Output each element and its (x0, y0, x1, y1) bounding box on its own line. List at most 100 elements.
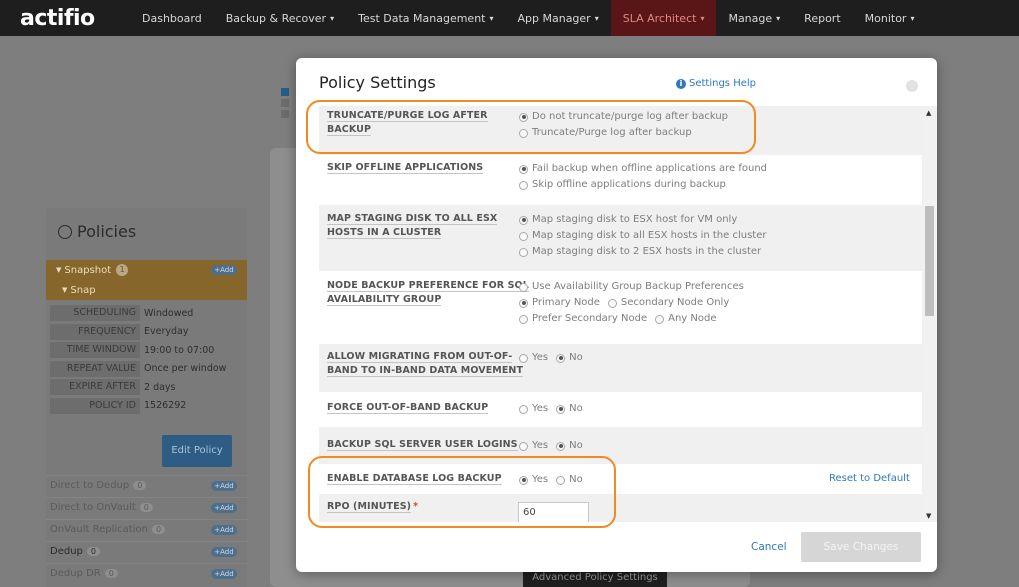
snap-row[interactable]: ▼ Snap (46, 280, 247, 300)
add-button[interactable]: +Add (211, 481, 237, 491)
detail-view-icon[interactable] (281, 110, 289, 118)
nav-test-data-management[interactable]: Test Data Management ▾ (346, 0, 505, 36)
policy-row-direct-to-onvault[interactable]: Direct to OnVault 0 +Add (46, 497, 247, 517)
radio-icon[interactable] (519, 314, 528, 324)
radio-selected-icon[interactable] (519, 164, 528, 174)
radio-icon[interactable] (519, 353, 528, 363)
close-icon[interactable] (906, 80, 918, 92)
option-label: No (569, 440, 583, 451)
actifio-logo[interactable]: actifio (20, 6, 130, 31)
radio-option[interactable]: Yes (519, 350, 548, 366)
radio-option[interactable]: Yes (519, 472, 548, 488)
radio-option[interactable]: No (556, 350, 583, 366)
option-label: Truncate/Purge log after backup (532, 127, 692, 138)
view-toggle[interactable] (281, 88, 289, 121)
option-group: Use Availability Group Backup Preference… (519, 279, 744, 327)
add-button[interactable]: +Add (211, 547, 237, 557)
radio-option[interactable]: Fail backup when offline applications ar… (519, 161, 767, 177)
radio-icon[interactable] (519, 441, 528, 451)
radio-option-row: Yes No (519, 472, 591, 488)
add-button[interactable]: +Add (211, 569, 237, 579)
detail-row: REPEAT VALUE Once per window (46, 360, 247, 379)
rpo-minutes-input[interactable]: 60 (518, 502, 589, 522)
radio-option[interactable]: No (556, 438, 583, 454)
cancel-button[interactable]: Cancel (751, 541, 787, 553)
settings-list[interactable]: TRUNCATE/PURGE LOG AFTER BACKUP Do not t… (319, 106, 922, 522)
radio-icon[interactable] (519, 404, 528, 414)
save-changes-button[interactable]: Save Changes (801, 532, 921, 562)
radio-option[interactable]: Use Availability Group Backup Preference… (519, 279, 744, 295)
radio-icon[interactable] (607, 298, 617, 308)
policies-heading: Policies (58, 222, 136, 241)
nav-label: Report (804, 11, 841, 25)
settings-help-label: Settings Help (689, 78, 756, 89)
add-button[interactable]: +Add (211, 525, 237, 535)
nav-app-manager[interactable]: App Manager ▾ (506, 0, 611, 36)
setting-backup-sql-logins: BACKUP SQL SERVER USER LOGINS Yes No (319, 427, 922, 464)
scroll-up-icon[interactable]: ▲ (926, 109, 931, 117)
radio-option[interactable]: Map staging disk to 2 ESX hosts in the c… (519, 244, 766, 260)
radio-icon[interactable] (556, 475, 566, 485)
radio-option[interactable]: Yes (519, 438, 548, 454)
radio-icon[interactable] (519, 282, 528, 292)
option-group: Map staging disk to ESX host for VM only… (519, 212, 766, 260)
setting-label: SKIP OFFLINE APPLICATIONS (327, 161, 484, 175)
radio-selected-icon[interactable] (556, 404, 566, 414)
reset-to-default-link[interactable]: Reset to Default (829, 473, 910, 484)
radio-option[interactable]: Truncate/Purge log after backup (519, 125, 728, 141)
snapshot-row[interactable]: ▼ Snapshot 1 +Add (46, 260, 247, 280)
row-count: 0 (86, 547, 100, 556)
radio-option[interactable]: Map staging disk to all ESX hosts in the… (519, 228, 766, 244)
radio-icon[interactable] (519, 247, 528, 257)
nav-manage[interactable]: Manage ▾ (716, 0, 792, 36)
scroll-down-icon[interactable]: ▼ (926, 512, 931, 520)
radio-option[interactable]: Skip offline applications during backup (519, 177, 767, 193)
radio-icon[interactable] (519, 180, 528, 190)
add-button[interactable]: +Add (211, 503, 237, 513)
detail-value: Windowed (144, 307, 194, 319)
label-line: BAND TO IN-BAND DATA MOVEMENT (327, 365, 524, 377)
policy-row-onvault-replication[interactable]: OnVault Replication 0 +Add (46, 519, 247, 539)
option-label: Yes (532, 403, 549, 414)
label-line: FORCE OUT-OF-BAND BACKUP (327, 402, 489, 414)
radio-option[interactable]: No (556, 472, 583, 488)
radio-icon[interactable] (655, 314, 665, 324)
nav-backup-recover[interactable]: Backup & Recover ▾ (214, 0, 346, 36)
policy-row-dedup[interactable]: Dedup 0 +Add (46, 541, 247, 561)
nav-dashboard[interactable]: Dashboard (130, 0, 214, 36)
grid-view-icon[interactable] (281, 88, 289, 96)
nav-report[interactable]: Report (792, 0, 852, 36)
radio-selected-icon[interactable] (556, 353, 566, 363)
option-label: Prefer Secondary Node (532, 313, 648, 324)
required-marker: * (413, 501, 419, 512)
nav-sla-architect[interactable]: SLA Architect ▾ (610, 0, 717, 36)
nav-label: Monitor (864, 11, 907, 25)
radio-selected-icon[interactable] (519, 475, 528, 485)
policy-row-direct-to-dedup[interactable]: Direct to Dedup 0 +Add (46, 475, 247, 495)
radio-option[interactable]: Secondary Node Only (607, 295, 729, 311)
radio-option[interactable]: Yes (519, 401, 548, 417)
radio-option[interactable]: Map staging disk to ESX host for VM only (519, 212, 766, 228)
option-group: Yes No (519, 401, 591, 417)
edit-policy-button[interactable]: Edit Policy (162, 435, 232, 467)
settings-help-link[interactable]: i Settings Help (676, 78, 756, 89)
nav-label: Manage (728, 11, 773, 25)
radio-option[interactable]: Do not truncate/purge log after backup (519, 109, 728, 125)
list-view-icon[interactable] (281, 99, 289, 107)
detail-row: EXPIRE AFTER 2 days (46, 378, 247, 397)
settings-scrollbar[interactable]: ▲ ▼ (922, 106, 937, 522)
nav-monitor[interactable]: Monitor ▾ (853, 0, 927, 36)
radio-option[interactable]: Primary Node (519, 295, 600, 311)
radio-selected-icon[interactable] (519, 215, 528, 225)
radio-option[interactable]: Any Node (655, 311, 716, 327)
radio-selected-icon[interactable] (556, 441, 566, 451)
radio-icon[interactable] (519, 231, 528, 241)
add-snapshot-button[interactable]: +Add (211, 265, 237, 275)
radio-option[interactable]: No (556, 401, 583, 417)
radio-option[interactable]: Prefer Secondary Node (519, 311, 647, 327)
radio-selected-icon[interactable] (519, 298, 528, 308)
policy-row-dedup-dr[interactable]: Dedup DR 0 +Add (46, 563, 247, 583)
radio-selected-icon[interactable] (519, 112, 528, 122)
radio-icon[interactable] (519, 128, 528, 138)
scrollbar-thumb[interactable] (925, 206, 934, 316)
